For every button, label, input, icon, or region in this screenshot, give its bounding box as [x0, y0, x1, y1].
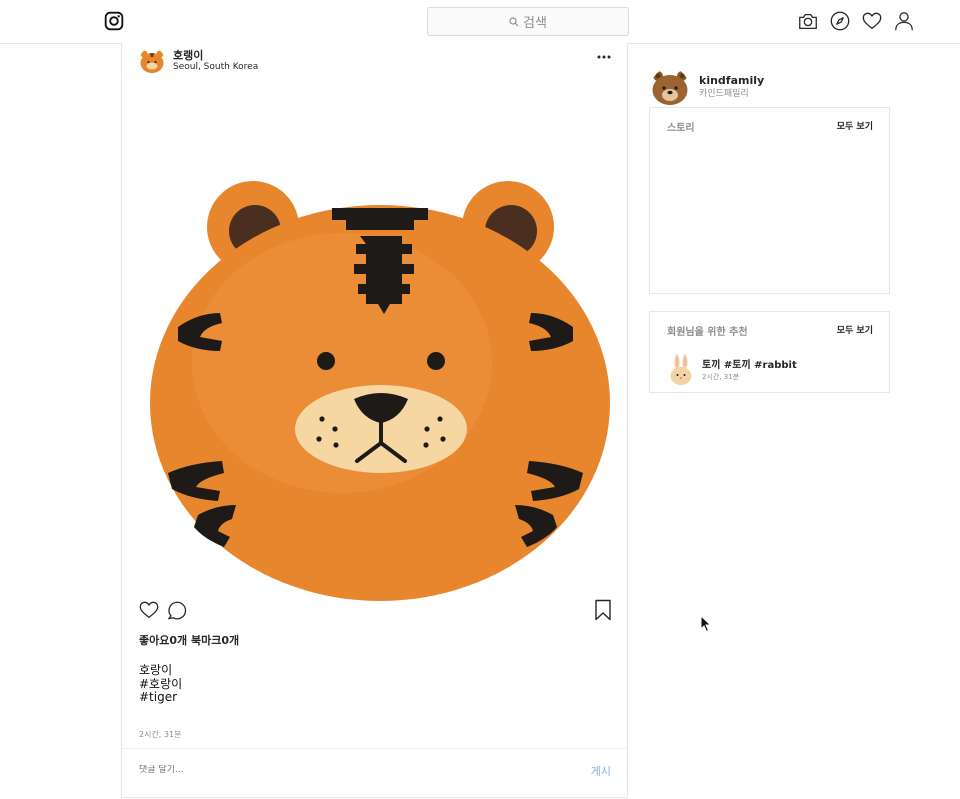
post-image-tiger[interactable] — [122, 103, 629, 603]
caption-hashtag[interactable]: #tiger — [139, 690, 182, 705]
post-comment-button[interactable]: 게시 — [591, 763, 611, 779]
search-placeholder[interactable]: 검색 — [523, 12, 547, 31]
bookmark-icon[interactable] — [593, 599, 613, 621]
compass-icon[interactable] — [829, 10, 851, 32]
stories-title: 스토리 — [667, 123, 695, 134]
rabbit-avatar[interactable] — [668, 354, 694, 386]
heart-icon[interactable] — [861, 10, 883, 32]
current-user-profile: kindfamily 카인드패밀리 — [651, 68, 764, 106]
recommendation-name[interactable]: 토끼 #토끼 #rabbit — [702, 359, 797, 372]
more-options-icon[interactable] — [597, 55, 611, 59]
mouse-pointer-icon — [700, 615, 712, 633]
post-header: 호랭이 Seoul, South Korea — [139, 48, 258, 74]
nav-icons — [797, 10, 915, 32]
recommendations-title: 회원님을 위한 추천 — [667, 327, 748, 338]
profile-subtitle: 카인드패밀리 — [699, 89, 749, 99]
tiger-avatar[interactable] — [139, 48, 165, 74]
post-username[interactable]: 호랭이 — [173, 50, 258, 62]
comment-row: 게시 — [122, 748, 627, 798]
caption-line: 호랑이 — [139, 663, 173, 677]
search-icon — [509, 16, 519, 26]
top-navigation-bar: 검색 — [0, 0, 960, 44]
bear-avatar[interactable] — [651, 68, 689, 106]
post-timestamp: 2시간, 31분 — [139, 730, 182, 739]
like-heart-icon[interactable] — [138, 599, 160, 621]
stories-see-all-button[interactable]: 모두 보기 — [837, 119, 873, 132]
camera-icon[interactable] — [797, 10, 819, 32]
comment-input[interactable] — [139, 765, 519, 775]
recommendations-see-all-button[interactable]: 모두 보기 — [837, 323, 873, 336]
post-caption: 호랑이 #호랑이 #tiger — [139, 663, 182, 705]
recommendation-item[interactable]: 토끼 #토끼 #rabbit 2시간, 31분 — [668, 354, 797, 386]
search-box[interactable]: 검색 — [427, 7, 629, 36]
post-location[interactable]: Seoul, South Korea — [173, 62, 258, 72]
instagram-logo-icon[interactable] — [104, 11, 124, 31]
feed-post: 호랭이 Seoul, South Korea 좋아요0개 북마크0개 호랑이 #… — [121, 43, 628, 798]
recommendations-panel: 회원님을 위한 추천 모두 보기 토끼 #토끼 #rabbit 2시간, 31분 — [649, 311, 890, 393]
user-icon[interactable] — [893, 10, 915, 32]
recommendation-time: 2시간, 31분 — [702, 372, 740, 381]
post-actions — [138, 599, 188, 621]
profile-username[interactable]: kindfamily — [699, 74, 764, 88]
like-bookmark-counts: 좋아요0개 북마크0개 — [139, 634, 240, 647]
stories-panel: 스토리 모두 보기 — [649, 107, 890, 294]
comment-bubble-icon[interactable] — [166, 599, 188, 621]
caption-hashtag[interactable]: #호랑이 — [139, 677, 182, 692]
